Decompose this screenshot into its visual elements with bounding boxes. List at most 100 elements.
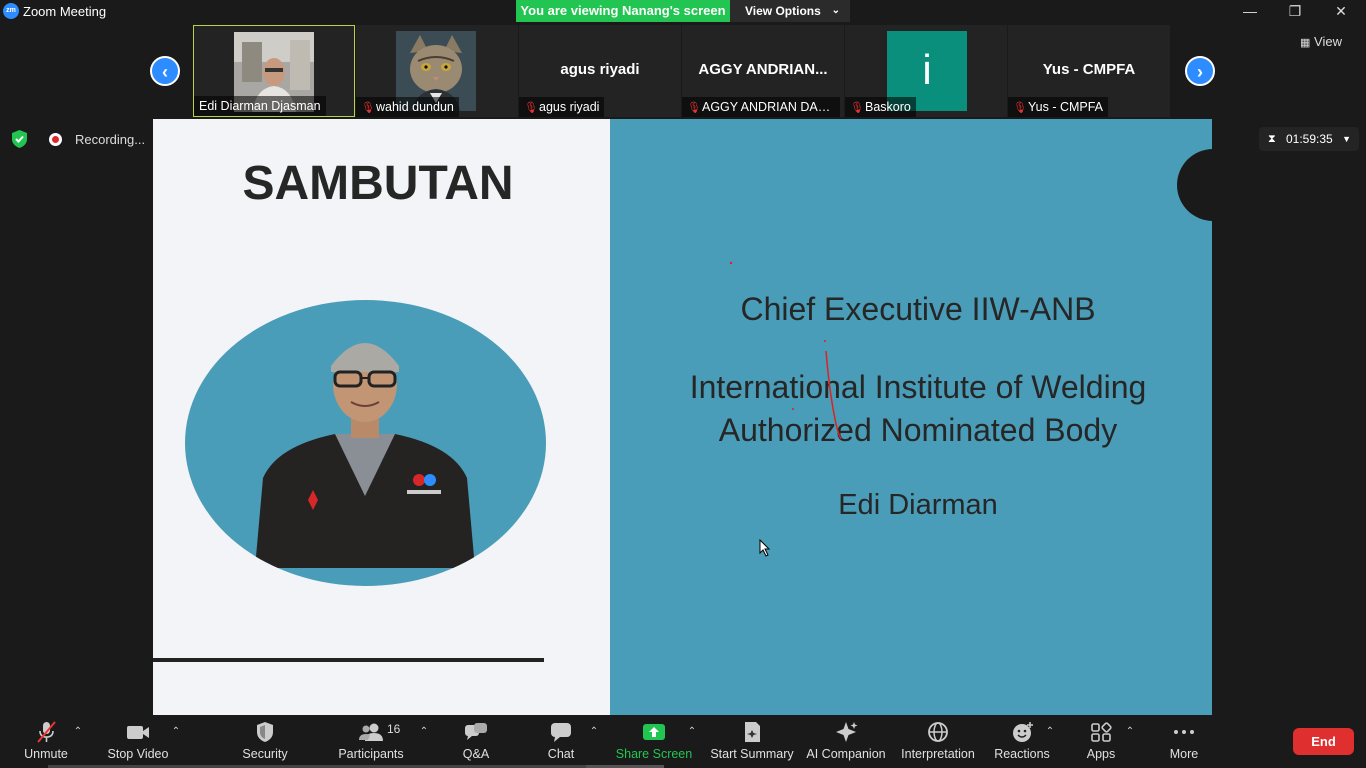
participant-tile[interactable]: AGGY ANDRIAN... 🎙︎AGGY ANDRIAN DAH... xyxy=(682,25,844,117)
chevron-down-icon: ⌄ xyxy=(831,5,840,16)
qa-button[interactable]: Q&A xyxy=(450,716,502,768)
chat-label: Chat xyxy=(547,747,575,761)
chat-button[interactable]: Chat xyxy=(537,716,585,768)
ai-sparkle-icon xyxy=(836,722,858,742)
participant-name-bar: 🎙︎wahid dundun xyxy=(356,97,459,117)
summary-document-icon xyxy=(745,722,760,742)
slide-org-line: International Institute of Welding xyxy=(689,369,1147,405)
smiley-icon xyxy=(1013,722,1033,742)
more-button[interactable]: More xyxy=(1160,716,1208,768)
participant-tile[interactable]: 🎙︎wahid dundun xyxy=(356,25,518,117)
participant-tile[interactable]: Yus - CMPFA 🎙︎Yus - CMPFA xyxy=(1008,25,1170,117)
chat-options-caret-icon[interactable]: ⌃ xyxy=(588,726,600,737)
audio-options-caret-icon[interactable]: ⌃ xyxy=(72,726,84,737)
window-title: Zoom Meeting xyxy=(23,4,107,19)
reactions-options-caret-icon[interactable]: ⌃ xyxy=(1044,726,1056,737)
apps-button[interactable]: Apps xyxy=(1078,716,1124,768)
qa-icon xyxy=(465,723,487,740)
participant-display-name: Yus - CMPFA xyxy=(1042,61,1136,78)
shield-icon xyxy=(257,722,273,742)
mouse-cursor-icon xyxy=(759,539,771,557)
view-label: View xyxy=(1314,34,1342,49)
participant-name: agus riyadi xyxy=(539,100,600,114)
speaker-photo xyxy=(185,300,546,586)
participants-label: Participants xyxy=(338,747,404,761)
meeting-timer[interactable]: ⧗ 01:59:35 ▼ xyxy=(1259,127,1359,151)
participants-options-caret-icon[interactable]: ⌃ xyxy=(418,726,430,737)
participants-button[interactable]: 16 Participants xyxy=(333,716,409,768)
share-screen-label: Share Screen xyxy=(615,747,693,761)
slide-divider-line xyxy=(153,658,544,662)
mic-muted-icon: 🎙︎ xyxy=(524,102,538,114)
stop-video-label: Stop Video xyxy=(107,747,169,761)
interpretation-button[interactable]: Interpretation xyxy=(898,716,978,768)
ai-companion-button[interactable]: AI Companion xyxy=(804,716,888,768)
participant-name: AGGY ANDRIAN DAH... xyxy=(702,100,838,114)
recording-label: Recording... xyxy=(75,132,146,147)
security-button[interactable]: Security xyxy=(235,716,295,768)
slide-title-line: Chief Executive IIW-ANB xyxy=(740,291,1096,327)
slide-org-line: Authorized Nominated Body xyxy=(718,412,1118,448)
chevron-right-icon: › xyxy=(1197,62,1203,82)
share-options-caret-icon[interactable]: ⌃ xyxy=(686,726,698,737)
participant-name: Baskoro xyxy=(865,100,911,114)
participant-display-name: agus riyadi xyxy=(560,61,640,78)
globe-icon xyxy=(928,722,948,742)
participant-name-bar: 🎙︎Yus - CMPFA xyxy=(1008,97,1109,117)
shared-screen-slide: SAMBUTAN Chief Executive IIW-ANB Interna… xyxy=(153,119,1212,715)
mic-muted-icon: 🎙︎ xyxy=(850,102,864,114)
speaker-portrait-image xyxy=(255,343,475,568)
participant-name-bar: 🎙︎AGGY ANDRIAN DAH... xyxy=(682,97,840,117)
meeting-toolbar: Unmute ⌃ Stop Video ⌃ Security 16 Partic… xyxy=(0,716,1366,768)
mic-muted-icon: 🎙︎ xyxy=(1013,102,1027,114)
participant-name: Yus - CMPFA xyxy=(1028,100,1104,114)
mic-muted-icon: 🎙︎ xyxy=(361,102,375,114)
more-label: More xyxy=(1169,747,1199,761)
gallery-prev-button[interactable]: ‹ xyxy=(150,56,180,86)
apps-label: Apps xyxy=(1086,747,1116,761)
reactions-label: Reactions xyxy=(994,747,1050,761)
participant-tile[interactable]: agus riyadi 🎙︎agus riyadi xyxy=(519,25,681,117)
start-summary-label: Start Summary xyxy=(710,747,794,761)
video-options-caret-icon[interactable]: ⌃ xyxy=(170,726,182,737)
minimize-button[interactable]: — xyxy=(1227,0,1273,22)
start-summary-button[interactable]: Start Summary xyxy=(709,716,795,768)
participant-tile[interactable]: Edi Diarman Djasman xyxy=(193,25,355,117)
apps-options-caret-icon[interactable]: ⌃ xyxy=(1124,726,1136,737)
end-meeting-button[interactable]: End xyxy=(1293,728,1354,755)
reactions-button[interactable]: Reactions xyxy=(992,716,1052,768)
stop-video-button[interactable]: Stop Video xyxy=(103,716,173,768)
ai-companion-label: AI Companion xyxy=(806,747,886,761)
chat-icon xyxy=(551,723,571,742)
view-options-label: View Options xyxy=(745,4,821,18)
gallery-strip: Edi Diarman Djasman 🎙︎wahid dundun agus … xyxy=(193,25,1171,117)
restore-button[interactable]: ❐ xyxy=(1272,0,1318,22)
video-camera-icon xyxy=(127,726,149,739)
gallery-next-button[interactable]: › xyxy=(1185,56,1215,86)
share-screen-button[interactable]: Share Screen xyxy=(615,716,693,768)
title-bar: zm Zoom Meeting You are viewing Nanang's… xyxy=(0,0,1366,23)
more-dots-icon xyxy=(1174,730,1194,734)
recording-indicator-icon xyxy=(49,133,62,146)
encryption-shield-icon[interactable] xyxy=(11,130,28,148)
interpretation-label: Interpretation xyxy=(901,747,975,761)
annotation-marks xyxy=(729,261,842,440)
participants-count: 16 xyxy=(387,722,401,736)
participant-tile[interactable]: i 🎙︎Baskoro xyxy=(845,25,1007,117)
viewing-screen-banner: You are viewing Nanang's screen xyxy=(516,0,730,22)
participant-name-bar: 🎙︎Baskoro xyxy=(845,97,916,117)
chevron-down-icon: ▼ xyxy=(1342,134,1351,144)
unmute-button[interactable]: Unmute xyxy=(15,716,77,768)
view-options-button[interactable]: View Options ⌄ xyxy=(730,0,850,22)
security-label: Security xyxy=(242,747,288,761)
hourglass-icon: ⧗ xyxy=(1268,133,1276,145)
gallery-view-icon: ▦ xyxy=(1300,37,1311,49)
chevron-left-icon: ‹ xyxy=(162,62,168,82)
qa-label: Q&A xyxy=(462,747,490,761)
slide-speaker-name: Edi Diarman xyxy=(838,489,998,521)
participants-icon xyxy=(359,723,383,741)
view-button[interactable]: ▦ View xyxy=(1300,34,1358,52)
close-button[interactable]: ✕ xyxy=(1318,0,1364,22)
timer-value: 01:59:35 xyxy=(1286,132,1333,146)
participant-display-name: AGGY ANDRIAN... xyxy=(698,61,828,78)
